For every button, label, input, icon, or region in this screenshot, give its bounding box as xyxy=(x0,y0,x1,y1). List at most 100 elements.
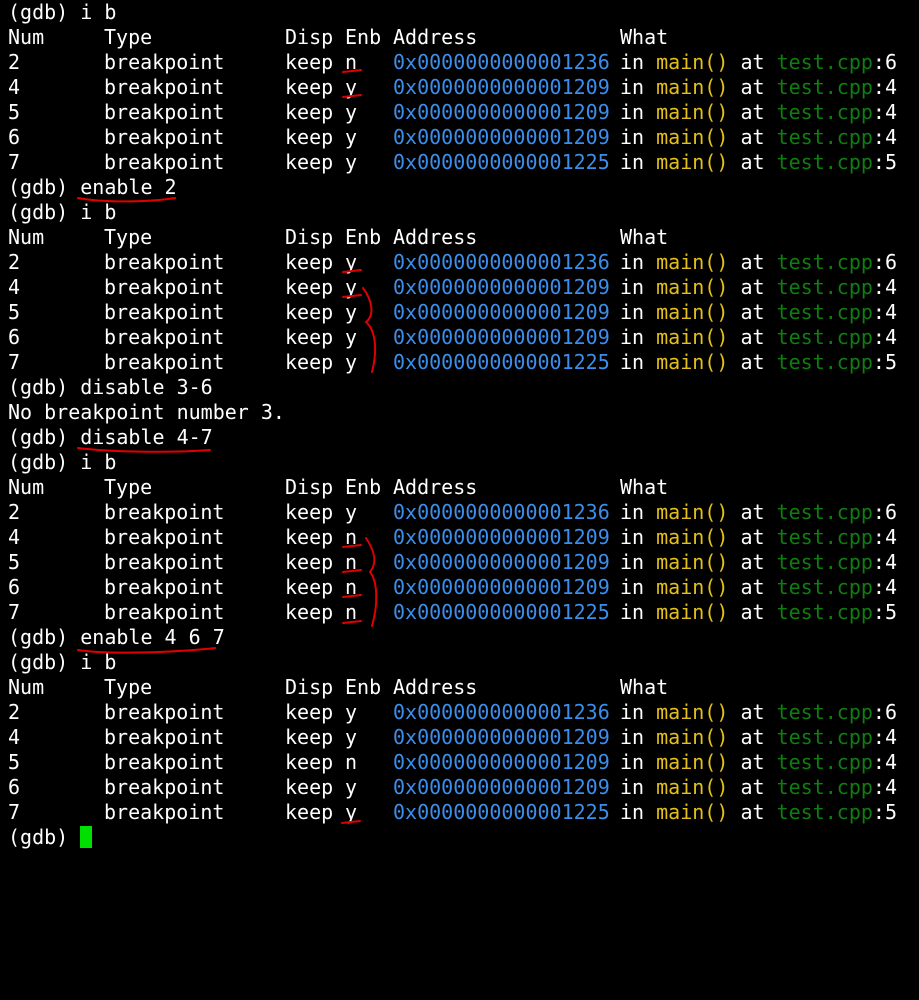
bp-num: 6 xyxy=(8,775,21,799)
table-header: Num Type Disp Enb Address What xyxy=(8,25,919,50)
table-row: 4 breakpoint keep n 0x0000000000001209 i… xyxy=(8,525,919,550)
bp-disp: keep xyxy=(285,800,334,824)
bp-enb: y xyxy=(345,100,358,124)
table-row: 5 breakpoint keep y 0x0000000000001209 i… xyxy=(8,100,919,125)
table-row: 4 breakpoint keep y 0x0000000000001209 i… xyxy=(8,725,919,750)
bp-function: main() xyxy=(656,750,729,774)
bp-line: :4 xyxy=(872,550,897,574)
bp-type: breakpoint xyxy=(104,750,225,774)
bp-disp: keep xyxy=(285,275,334,299)
bp-address: 0x0000000000001236 xyxy=(393,500,610,524)
bp-address: 0x0000000000001209 xyxy=(393,575,610,599)
bp-enb: n xyxy=(345,750,358,774)
bp-file: test.cpp xyxy=(776,600,873,624)
in-word: in xyxy=(620,550,645,574)
bp-num: 7 xyxy=(8,600,21,624)
bp-function: main() xyxy=(656,250,729,274)
bp-enb: y xyxy=(345,150,358,174)
text-cursor xyxy=(80,826,93,848)
command-text: disable 4-7 xyxy=(80,425,213,449)
bp-function: main() xyxy=(656,300,729,324)
bp-what: in main() at test.cpp:4 xyxy=(620,100,897,125)
bp-what: in main() at test.cpp:6 xyxy=(620,250,897,275)
bp-function: main() xyxy=(656,350,729,374)
table-row: 4 breakpoint keep y 0x0000000000001209 i… xyxy=(8,275,919,300)
bp-disp: keep xyxy=(285,50,334,74)
at-word: at xyxy=(740,600,765,624)
header-type: Type xyxy=(104,675,153,699)
bp-num: 5 xyxy=(8,100,21,124)
bp-address: 0x0000000000001209 xyxy=(393,125,610,149)
table-row: 5 breakpoint keep n 0x0000000000001209 i… xyxy=(8,750,919,775)
command-line: (gdb) enable 4 6 7 xyxy=(8,625,919,650)
header-enb: Enb xyxy=(345,475,382,499)
at-word: at xyxy=(740,575,765,599)
bp-line: :4 xyxy=(872,775,897,799)
bp-num: 5 xyxy=(8,300,21,324)
header-type: Type xyxy=(104,225,153,249)
bp-disp: keep xyxy=(285,325,334,349)
bp-file: test.cpp xyxy=(776,750,873,774)
bp-what: in main() at test.cpp:4 xyxy=(620,775,897,800)
bp-disp: keep xyxy=(285,500,334,524)
at-word: at xyxy=(740,150,765,174)
at-word: at xyxy=(740,75,765,99)
at-word: at xyxy=(740,525,765,549)
table-row: 2 breakpoint keep y 0x0000000000001236 i… xyxy=(8,250,919,275)
bp-disp: keep xyxy=(285,75,334,99)
bp-type: breakpoint xyxy=(104,275,225,299)
in-word: in xyxy=(620,700,645,724)
bp-disp: keep xyxy=(285,775,334,799)
in-word: in xyxy=(620,725,645,749)
gdb-prompt: (gdb) xyxy=(8,375,69,399)
bp-enb: y xyxy=(345,775,358,799)
header-disp: Disp xyxy=(285,475,334,499)
bp-type: breakpoint xyxy=(104,150,225,174)
table-row: 2 breakpoint keep y 0x0000000000001236 i… xyxy=(8,700,919,725)
bp-disp: keep xyxy=(285,575,334,599)
gdb-message: No breakpoint number 3. xyxy=(8,400,285,424)
in-word: in xyxy=(620,75,645,99)
bp-line: :4 xyxy=(872,125,897,149)
bp-enb: y xyxy=(345,125,358,149)
in-word: in xyxy=(620,525,645,549)
at-word: at xyxy=(740,500,765,524)
bp-enb: y xyxy=(345,300,358,324)
bp-num: 6 xyxy=(8,575,21,599)
header-address: Address xyxy=(393,675,478,699)
table-row: 7 breakpoint keep y 0x0000000000001225 i… xyxy=(8,150,919,175)
bp-disp: keep xyxy=(285,350,334,374)
table-row: 6 breakpoint keep y 0x0000000000001209 i… xyxy=(8,125,919,150)
bp-num: 6 xyxy=(8,125,21,149)
bp-function: main() xyxy=(656,275,729,299)
in-word: in xyxy=(620,600,645,624)
in-word: in xyxy=(620,100,645,124)
in-word: in xyxy=(620,325,645,349)
bp-disp: keep xyxy=(285,100,334,124)
active-command-line[interactable]: (gdb) xyxy=(8,825,919,850)
bp-line: :4 xyxy=(872,75,897,99)
bp-file: test.cpp xyxy=(776,250,873,274)
command-line: (gdb) disable 3-6 xyxy=(8,375,919,400)
at-word: at xyxy=(740,725,765,749)
bp-what: in main() at test.cpp:5 xyxy=(620,800,897,825)
gdb-prompt: (gdb) xyxy=(8,825,69,849)
bp-file: test.cpp xyxy=(776,500,873,524)
bp-file: test.cpp xyxy=(776,50,873,74)
bp-type: breakpoint xyxy=(104,700,225,724)
gdb-terminal[interactable]: (gdb) i b Num Type Disp Enb Address What… xyxy=(8,0,919,854)
bp-function: main() xyxy=(656,725,729,749)
bp-line: :5 xyxy=(872,600,897,624)
header-num: Num xyxy=(8,225,45,249)
at-word: at xyxy=(740,125,765,149)
bp-file: test.cpp xyxy=(776,275,873,299)
bp-type: breakpoint xyxy=(104,300,225,324)
bp-type: breakpoint xyxy=(104,550,225,574)
bp-enb: y xyxy=(345,75,358,99)
bp-function: main() xyxy=(656,50,729,74)
gdb-prompt: (gdb) xyxy=(8,0,69,24)
bp-enb: y xyxy=(345,250,358,274)
bp-file: test.cpp xyxy=(776,350,873,374)
bp-address: 0x0000000000001209 xyxy=(393,725,610,749)
bp-line: :6 xyxy=(872,50,897,74)
